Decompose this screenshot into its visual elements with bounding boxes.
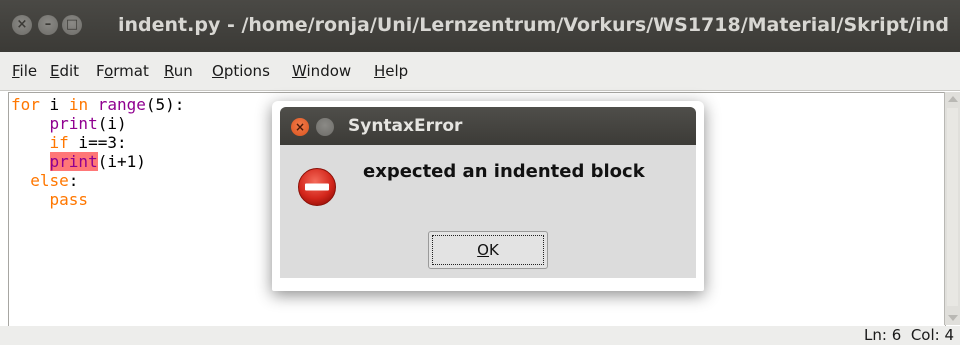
status-bar: Ln: 6 Col: 4 — [0, 326, 960, 345]
ok-button[interactable]: OK — [428, 231, 548, 269]
minimize-icon: – — [44, 17, 52, 32]
dialog-titlebar: × SyntaxError — [280, 107, 696, 145]
menu-help[interactable]: Help — [374, 62, 408, 80]
scroll-down-arrow-icon[interactable] — [945, 311, 960, 325]
dialog-close-button[interactable]: × — [291, 118, 309, 136]
menu-options[interactable]: Options — [212, 62, 270, 80]
line-number: Ln: 6 — [864, 326, 902, 344]
maximize-icon: □ — [65, 17, 79, 32]
code-line: print(i) — [49, 114, 127, 133]
close-icon: × — [294, 120, 306, 134]
dialog-maximize-button[interactable] — [316, 118, 334, 136]
code-line: else: — [30, 171, 79, 190]
window-close-button[interactable]: × — [12, 15, 32, 35]
menu-edit[interactable]: Edit — [50, 62, 79, 80]
menu-run[interactable]: Run — [164, 62, 193, 80]
window-title: indent.py - /home/ronja/Uni/Lernzentrum/… — [118, 14, 949, 36]
code-line: pass — [49, 190, 89, 209]
syntax-error-dialog: × SyntaxError expected an indented block… — [280, 107, 696, 278]
close-icon: × — [16, 17, 28, 32]
vertical-scrollbar[interactable] — [944, 92, 960, 325]
scroll-thumb[interactable] — [947, 108, 958, 306]
code-line: for i in range(5): — [11, 95, 185, 114]
code-text: for i in range(5): print(i) if i==3: pri… — [11, 95, 184, 209]
column-number: Col: 4 — [910, 326, 954, 344]
error-stop-icon — [298, 168, 336, 206]
dialog-message: expected an indented block — [363, 161, 645, 182]
menu-window[interactable]: Window — [292, 62, 351, 80]
code-line: if i==3: — [49, 133, 127, 152]
window-titlebar: × – □ indent.py - /home/ronja/Uni/Lernze… — [0, 0, 960, 52]
dialog-title: SyntaxError — [348, 116, 463, 136]
ok-button-label: OK — [432, 235, 544, 265]
menu-bar: File Edit Format Run Options Window Help — [0, 52, 960, 91]
window-maximize-button[interactable]: □ — [62, 15, 82, 35]
menu-file[interactable]: File — [12, 62, 37, 80]
menu-format[interactable]: Format — [96, 62, 149, 80]
error-highlight: print — [49, 152, 98, 171]
code-line-error: print(i+1) — [49, 152, 146, 171]
scroll-up-arrow-icon[interactable] — [945, 92, 960, 106]
window-minimize-button[interactable]: – — [38, 15, 58, 35]
